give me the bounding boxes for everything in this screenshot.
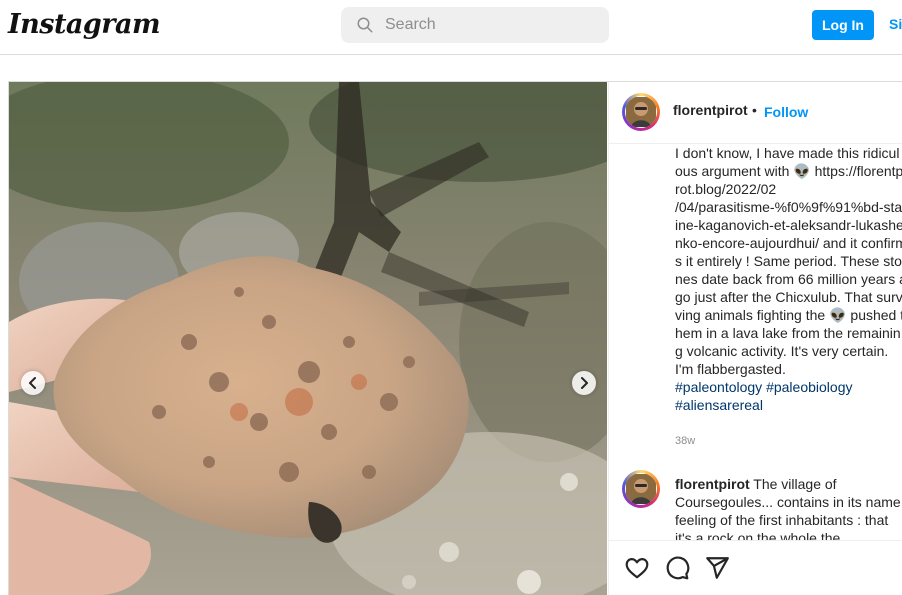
post-timestamp[interactable]: 38w [675,435,695,447]
share-icon [706,557,729,579]
login-button[interactable]: Log In [812,10,874,40]
heart-icon [625,558,649,579]
post-side-panel: florentpirot • Follow I don't know, I ha… [608,82,902,595]
follow-button[interactable]: Follow [764,104,808,120]
comment-icon [666,556,690,580]
signup-link[interactable]: Sign Up [889,16,902,32]
post-photo[interactable] [9,82,607,595]
post-actions [609,540,902,595]
chevron-right-icon [581,377,588,389]
instagram-logo[interactable]: Instagram [8,9,161,40]
separator-dot: • [752,102,757,118]
author-username[interactable]: florentpirot [673,102,748,118]
rock-in-hand-image [9,82,607,595]
post-caption: I don't know, I have made this ridiculou… [675,144,902,414]
search-box[interactable] [341,7,609,43]
comment-item: florentpirot The village of Coursegoules… [675,475,902,540]
post-header: florentpirot • Follow [609,82,902,144]
comments-section[interactable]: I don't know, I have made this ridiculou… [609,144,902,540]
author-avatar[interactable] [622,93,660,131]
comment-username[interactable]: florentpirot [675,476,750,492]
caption-hashtags[interactable]: #paleontology #paleobiology #aliensarere… [675,378,902,414]
carousel-prev-button[interactable] [21,371,45,395]
search-input[interactable] [385,7,595,43]
caption-text: I don't know, I have made this ridiculou… [675,145,902,377]
avatar-image [626,474,656,504]
like-button[interactable] [624,555,650,581]
comment-button[interactable] [664,555,690,581]
share-button[interactable] [704,555,730,581]
top-navigation-bar: Instagram Log In Sign Up [0,0,902,55]
post-container: florentpirot • Follow I don't know, I ha… [8,81,902,595]
search-icon [357,17,373,33]
comment-avatar[interactable] [622,470,660,508]
carousel-next-button[interactable] [572,371,596,395]
chevron-left-icon [29,377,36,389]
avatar-image [626,97,656,127]
